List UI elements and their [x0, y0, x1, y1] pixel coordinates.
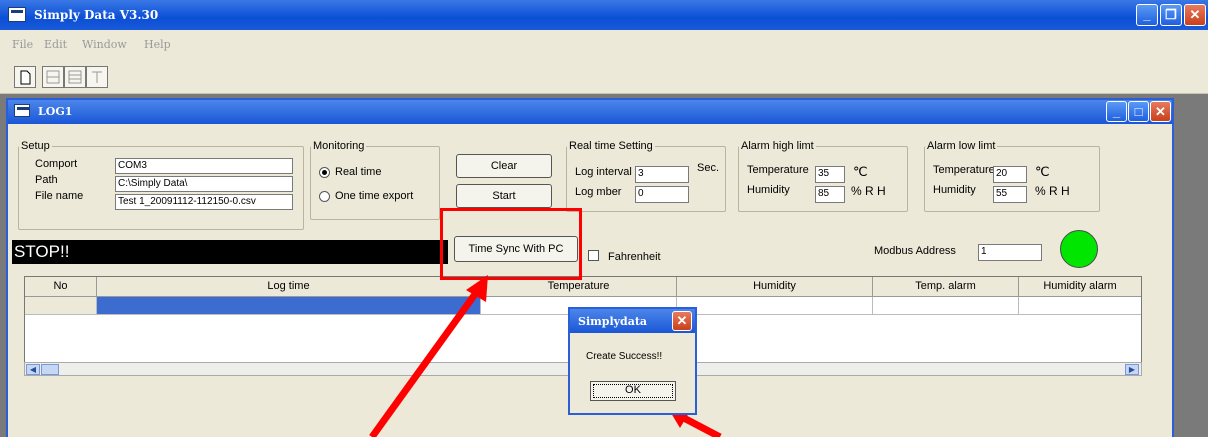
- ok-button[interactable]: OK: [590, 381, 676, 401]
- dialog-title-bar: Simplydata ✕: [570, 309, 695, 333]
- arrow-icon: [369, 275, 488, 437]
- dialog-title: Simplydata: [578, 315, 648, 328]
- success-dialog: Simplydata ✕ Create Success!! OK: [568, 307, 697, 415]
- close-icon[interactable]: ✕: [672, 311, 692, 331]
- dialog-message: Create Success!!: [586, 351, 663, 362]
